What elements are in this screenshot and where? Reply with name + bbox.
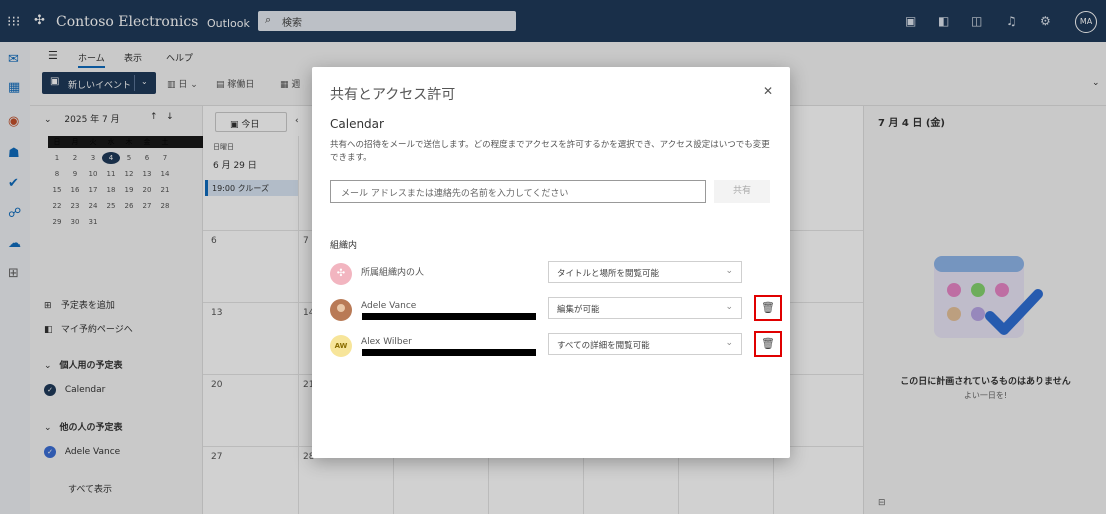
org-section-label: 組織内 xyxy=(330,241,358,251)
invite-input[interactable]: メール アドレスまたは連絡先の名前を入力してください xyxy=(330,180,706,203)
chevron-down-icon: ⌄ xyxy=(725,338,733,348)
avatar: AW xyxy=(330,335,352,357)
person-name: Adele Vance xyxy=(361,301,417,311)
share-button[interactable]: 共有 xyxy=(714,180,770,203)
delete-button[interactable]: 🗑 xyxy=(754,295,782,321)
dialog-title: 共有とアクセス許可 xyxy=(330,87,456,103)
redacted-email xyxy=(362,313,536,320)
org-icon: ✣ xyxy=(330,263,352,285)
person-name: Alex Wilber xyxy=(361,337,412,347)
redacted-email xyxy=(362,349,536,356)
permission-row: ✣ 所属組織内の人 タイトルと場所を閲覧可能 ⌄ xyxy=(330,261,778,293)
dialog-description: 共有への招待をメールで送信します。どの程度までアクセスを許可するかを選択でき、ア… xyxy=(330,140,770,163)
close-icon[interactable]: ✕ xyxy=(763,84,773,98)
trash-icon: 🗑 xyxy=(761,301,775,314)
share-permissions-dialog: 共有とアクセス許可 ✕ Calendar 共有への招待をメールで送信します。どの… xyxy=(312,67,790,458)
permission-row: AW Alex Wilber すべての詳細を閲覧可能 ⌄ 🗑 xyxy=(330,331,782,365)
chevron-down-icon: ⌄ xyxy=(725,266,733,276)
permission-dropdown[interactable]: タイトルと場所を閲覧可能 ⌄ xyxy=(548,261,742,283)
chevron-down-icon: ⌄ xyxy=(725,302,733,312)
permission-row: Adele Vance 編集が可能 ⌄ 🗑 xyxy=(330,295,782,329)
avatar xyxy=(330,299,352,321)
permission-dropdown[interactable]: 編集が可能 ⌄ xyxy=(548,297,742,319)
permission-dropdown[interactable]: すべての詳細を閲覧可能 ⌄ xyxy=(548,333,742,355)
trash-icon: 🗑 xyxy=(761,337,775,350)
calendar-name: Calendar xyxy=(330,117,384,131)
delete-button[interactable]: 🗑 xyxy=(754,331,782,357)
person-name: 所属組織内の人 xyxy=(361,268,425,278)
